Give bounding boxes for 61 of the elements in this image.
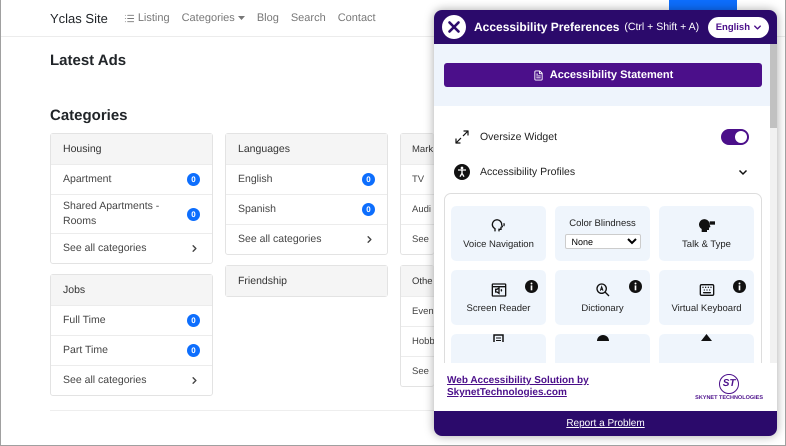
panel-title: Accessibility Preferences [474, 20, 620, 34]
category-item[interactable]: English 0 [226, 164, 387, 194]
tool-tile[interactable]: Screen Reader [451, 270, 546, 325]
close-button[interactable] [442, 15, 466, 39]
close-icon [445, 18, 463, 36]
option-label: Oversize Widget [480, 131, 558, 143]
category-item[interactable]: Apartment 0 [51, 164, 212, 194]
tool-tile[interactable]: Voice Navigation [451, 206, 546, 261]
document-icon [493, 334, 504, 342]
option-label[interactable]: Accessibility Profiles [480, 166, 576, 178]
nav-link[interactable]: Blog [256, 12, 279, 24]
count-badge: 0 [187, 314, 200, 327]
count-badge: 0 [187, 208, 200, 220]
info-icon[interactable] [525, 280, 538, 293]
category-title[interactable]: Friendship [226, 266, 387, 296]
statement-button[interactable]: Accessibility Statement [444, 63, 762, 87]
tile-label: Color Blindness [569, 218, 636, 229]
category-title[interactable]: Mark [401, 134, 434, 164]
see-all-link[interactable]: See all categories [51, 233, 212, 263]
see-all-link[interactable]: See all categories [51, 365, 212, 395]
info-icon[interactable] [629, 280, 642, 293]
magnifier-icon [594, 282, 610, 298]
speaking-head-icon [698, 218, 714, 234]
category-item[interactable]: Full Time 0 [51, 305, 212, 335]
tool-tile[interactable]: Virtual Keyboard [659, 270, 754, 325]
info-icon[interactable] [733, 280, 746, 293]
head-sound-icon [490, 218, 506, 234]
see-all-link[interactable]: See all categories [226, 224, 387, 254]
screen-speaker-icon [490, 282, 506, 298]
category-title[interactable]: Housing [51, 134, 212, 164]
toggle-switch[interactable] [721, 129, 749, 145]
count-badge: 0 [362, 203, 375, 216]
category-title[interactable]: Jobs [51, 275, 212, 305]
count-badge: 0 [187, 173, 200, 186]
caret-icon [238, 16, 245, 20]
tool-tile[interactable]: Dictionary [555, 270, 650, 325]
category-item[interactable]: Shared Apartments - Rooms 0 [51, 194, 212, 233]
color-blindness-select[interactable]: None [564, 234, 640, 249]
category-item[interactable]: Part Time 0 [51, 335, 212, 365]
language-select[interactable]: English [708, 16, 769, 38]
section-heading: Latest Ads [50, 52, 128, 69]
scrollbar-thumb[interactable] [770, 44, 777, 128]
site-brand[interactable]: Yclas Site [50, 10, 108, 26]
keyboard-icon [698, 282, 714, 298]
section-heading: Categories [50, 107, 129, 124]
category-title[interactable]: Languages [226, 134, 387, 164]
report-link[interactable]: Report a Problem [434, 411, 777, 436]
nav-link[interactable]: Listing [124, 12, 170, 24]
category-title[interactable]: Othe [401, 266, 434, 296]
accessibility-person-icon [454, 164, 470, 180]
count-badge: 0 [187, 344, 200, 357]
vendor-link[interactable]: Web Accessibility Solution by SkynetTechnologies.com [447, 375, 617, 399]
nav-link[interactable]: Search [290, 12, 326, 24]
category-item[interactable]: Spanish 0 [226, 194, 387, 224]
nav-link[interactable]: Contact [338, 12, 376, 24]
count-badge: 0 [362, 173, 375, 186]
resize-arrows-icon [454, 129, 470, 145]
tool-tile[interactable]: Talk & Type [659, 206, 754, 261]
shortcut-hint: (Ctrl + Shift + A) [624, 21, 700, 33]
document-icon [532, 70, 544, 80]
nav-link[interactable]: Categories [182, 12, 245, 24]
